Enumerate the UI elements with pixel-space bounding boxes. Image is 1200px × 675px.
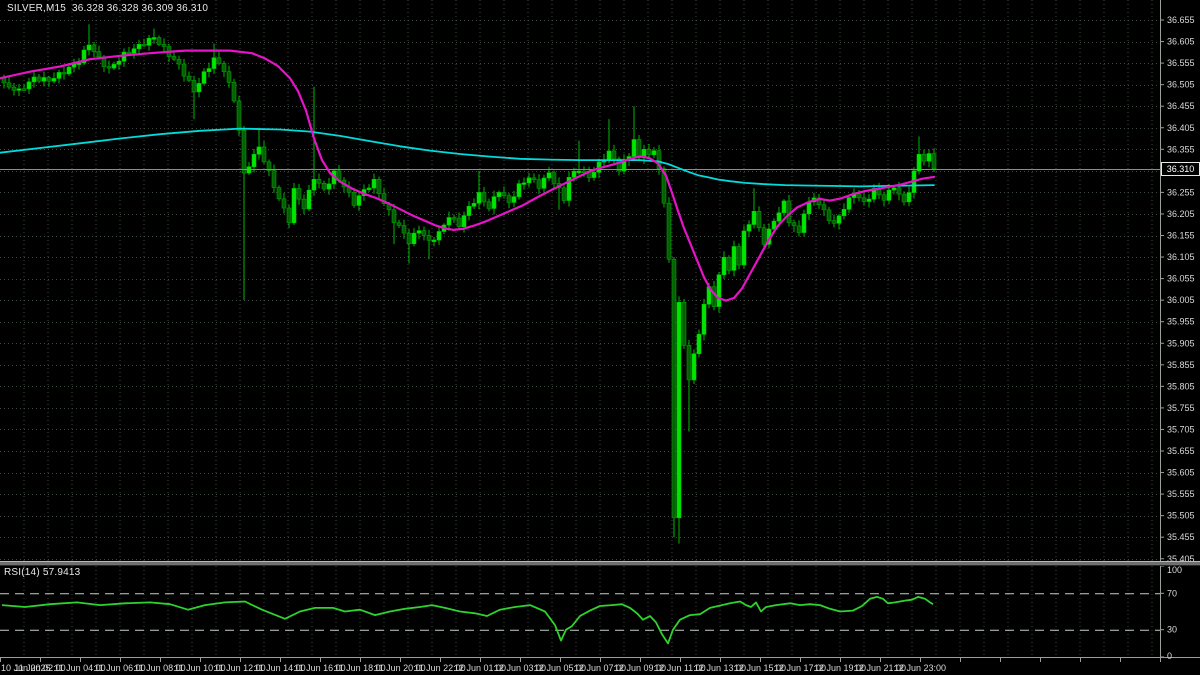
- time-axis[interactable]: [0, 657, 1200, 675]
- rsi-pane[interactable]: [0, 566, 1160, 657]
- mt4-chart-window: 36.655 36.605 36.555 36.505 36.455 36.405 36.3…: [0, 0, 1200, 675]
- main-chart-pane[interactable]: [0, 0, 1160, 561]
- price-axis[interactable]: [1160, 0, 1200, 657]
